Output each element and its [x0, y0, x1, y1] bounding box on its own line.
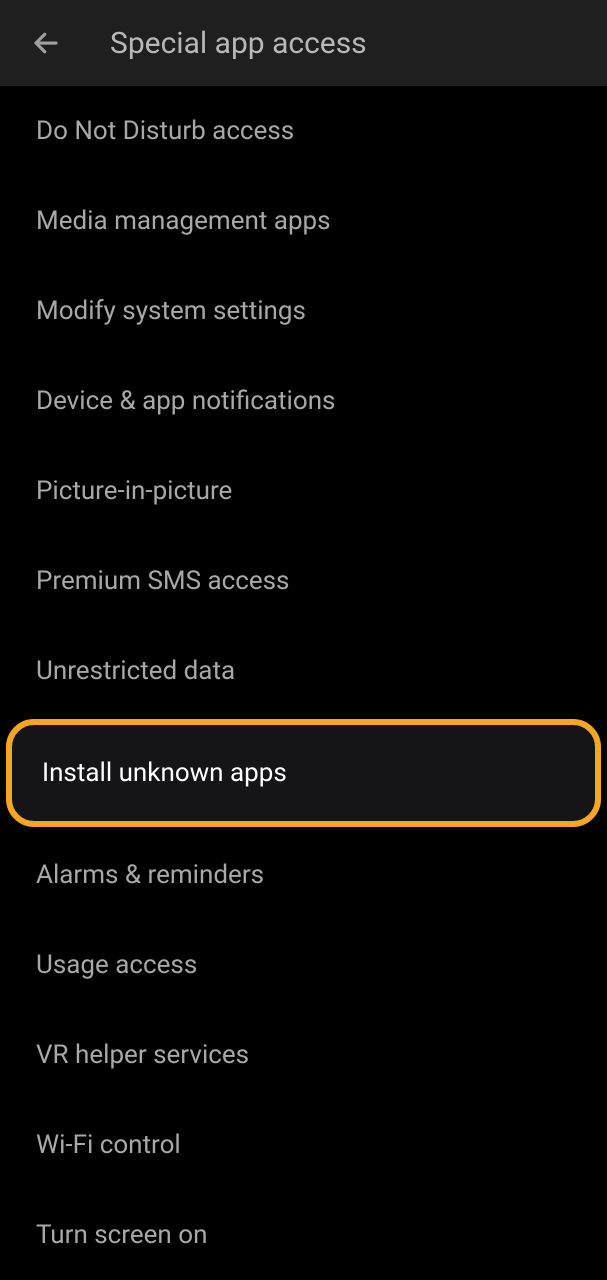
list-item-device-app-notifications[interactable]: Device & app notifications	[0, 356, 607, 446]
list-item-label: Do Not Disturb access	[36, 116, 294, 146]
list-item-label: Modify system settings	[36, 296, 306, 326]
list-item-alarms-reminders[interactable]: Alarms & reminders	[0, 830, 607, 920]
list-item-premium-sms[interactable]: Premium SMS access	[0, 536, 607, 626]
list-item-install-unknown-apps[interactable]: Install unknown apps	[6, 719, 601, 827]
list-item-media-management[interactable]: Media management apps	[0, 176, 607, 266]
list-item-label: Wi-Fi control	[36, 1130, 181, 1160]
back-icon[interactable]	[28, 25, 64, 61]
page-title: Special app access	[110, 26, 367, 61]
app-header: Special app access	[0, 0, 607, 86]
list-item-picture-in-picture[interactable]: Picture-in-picture	[0, 446, 607, 536]
list-item-turn-screen-on[interactable]: Turn screen on	[0, 1190, 607, 1280]
list-item-label: Premium SMS access	[36, 566, 289, 596]
list-item-label: Usage access	[36, 950, 197, 980]
list-item-label: Unrestricted data	[36, 656, 235, 686]
list-item-modify-system-settings[interactable]: Modify system settings	[0, 266, 607, 356]
list-item-unrestricted-data[interactable]: Unrestricted data	[0, 626, 607, 716]
list-item-label: Picture-in-picture	[36, 476, 232, 506]
list-item-wifi-control[interactable]: Wi-Fi control	[0, 1100, 607, 1190]
list-item-label: Alarms & reminders	[36, 860, 264, 890]
list-item-label: Install unknown apps	[42, 758, 287, 788]
list-item-label: Media management apps	[36, 206, 331, 236]
list-item-label: Device & app notifications	[36, 386, 335, 416]
list-item-label: Turn screen on	[36, 1220, 207, 1250]
list-item-do-not-disturb[interactable]: Do Not Disturb access	[0, 86, 607, 176]
settings-list: Do Not Disturb access Media management a…	[0, 86, 607, 1280]
list-item-vr-helper[interactable]: VR helper services	[0, 1010, 607, 1100]
list-item-usage-access[interactable]: Usage access	[0, 920, 607, 1010]
list-item-label: VR helper services	[36, 1040, 249, 1070]
